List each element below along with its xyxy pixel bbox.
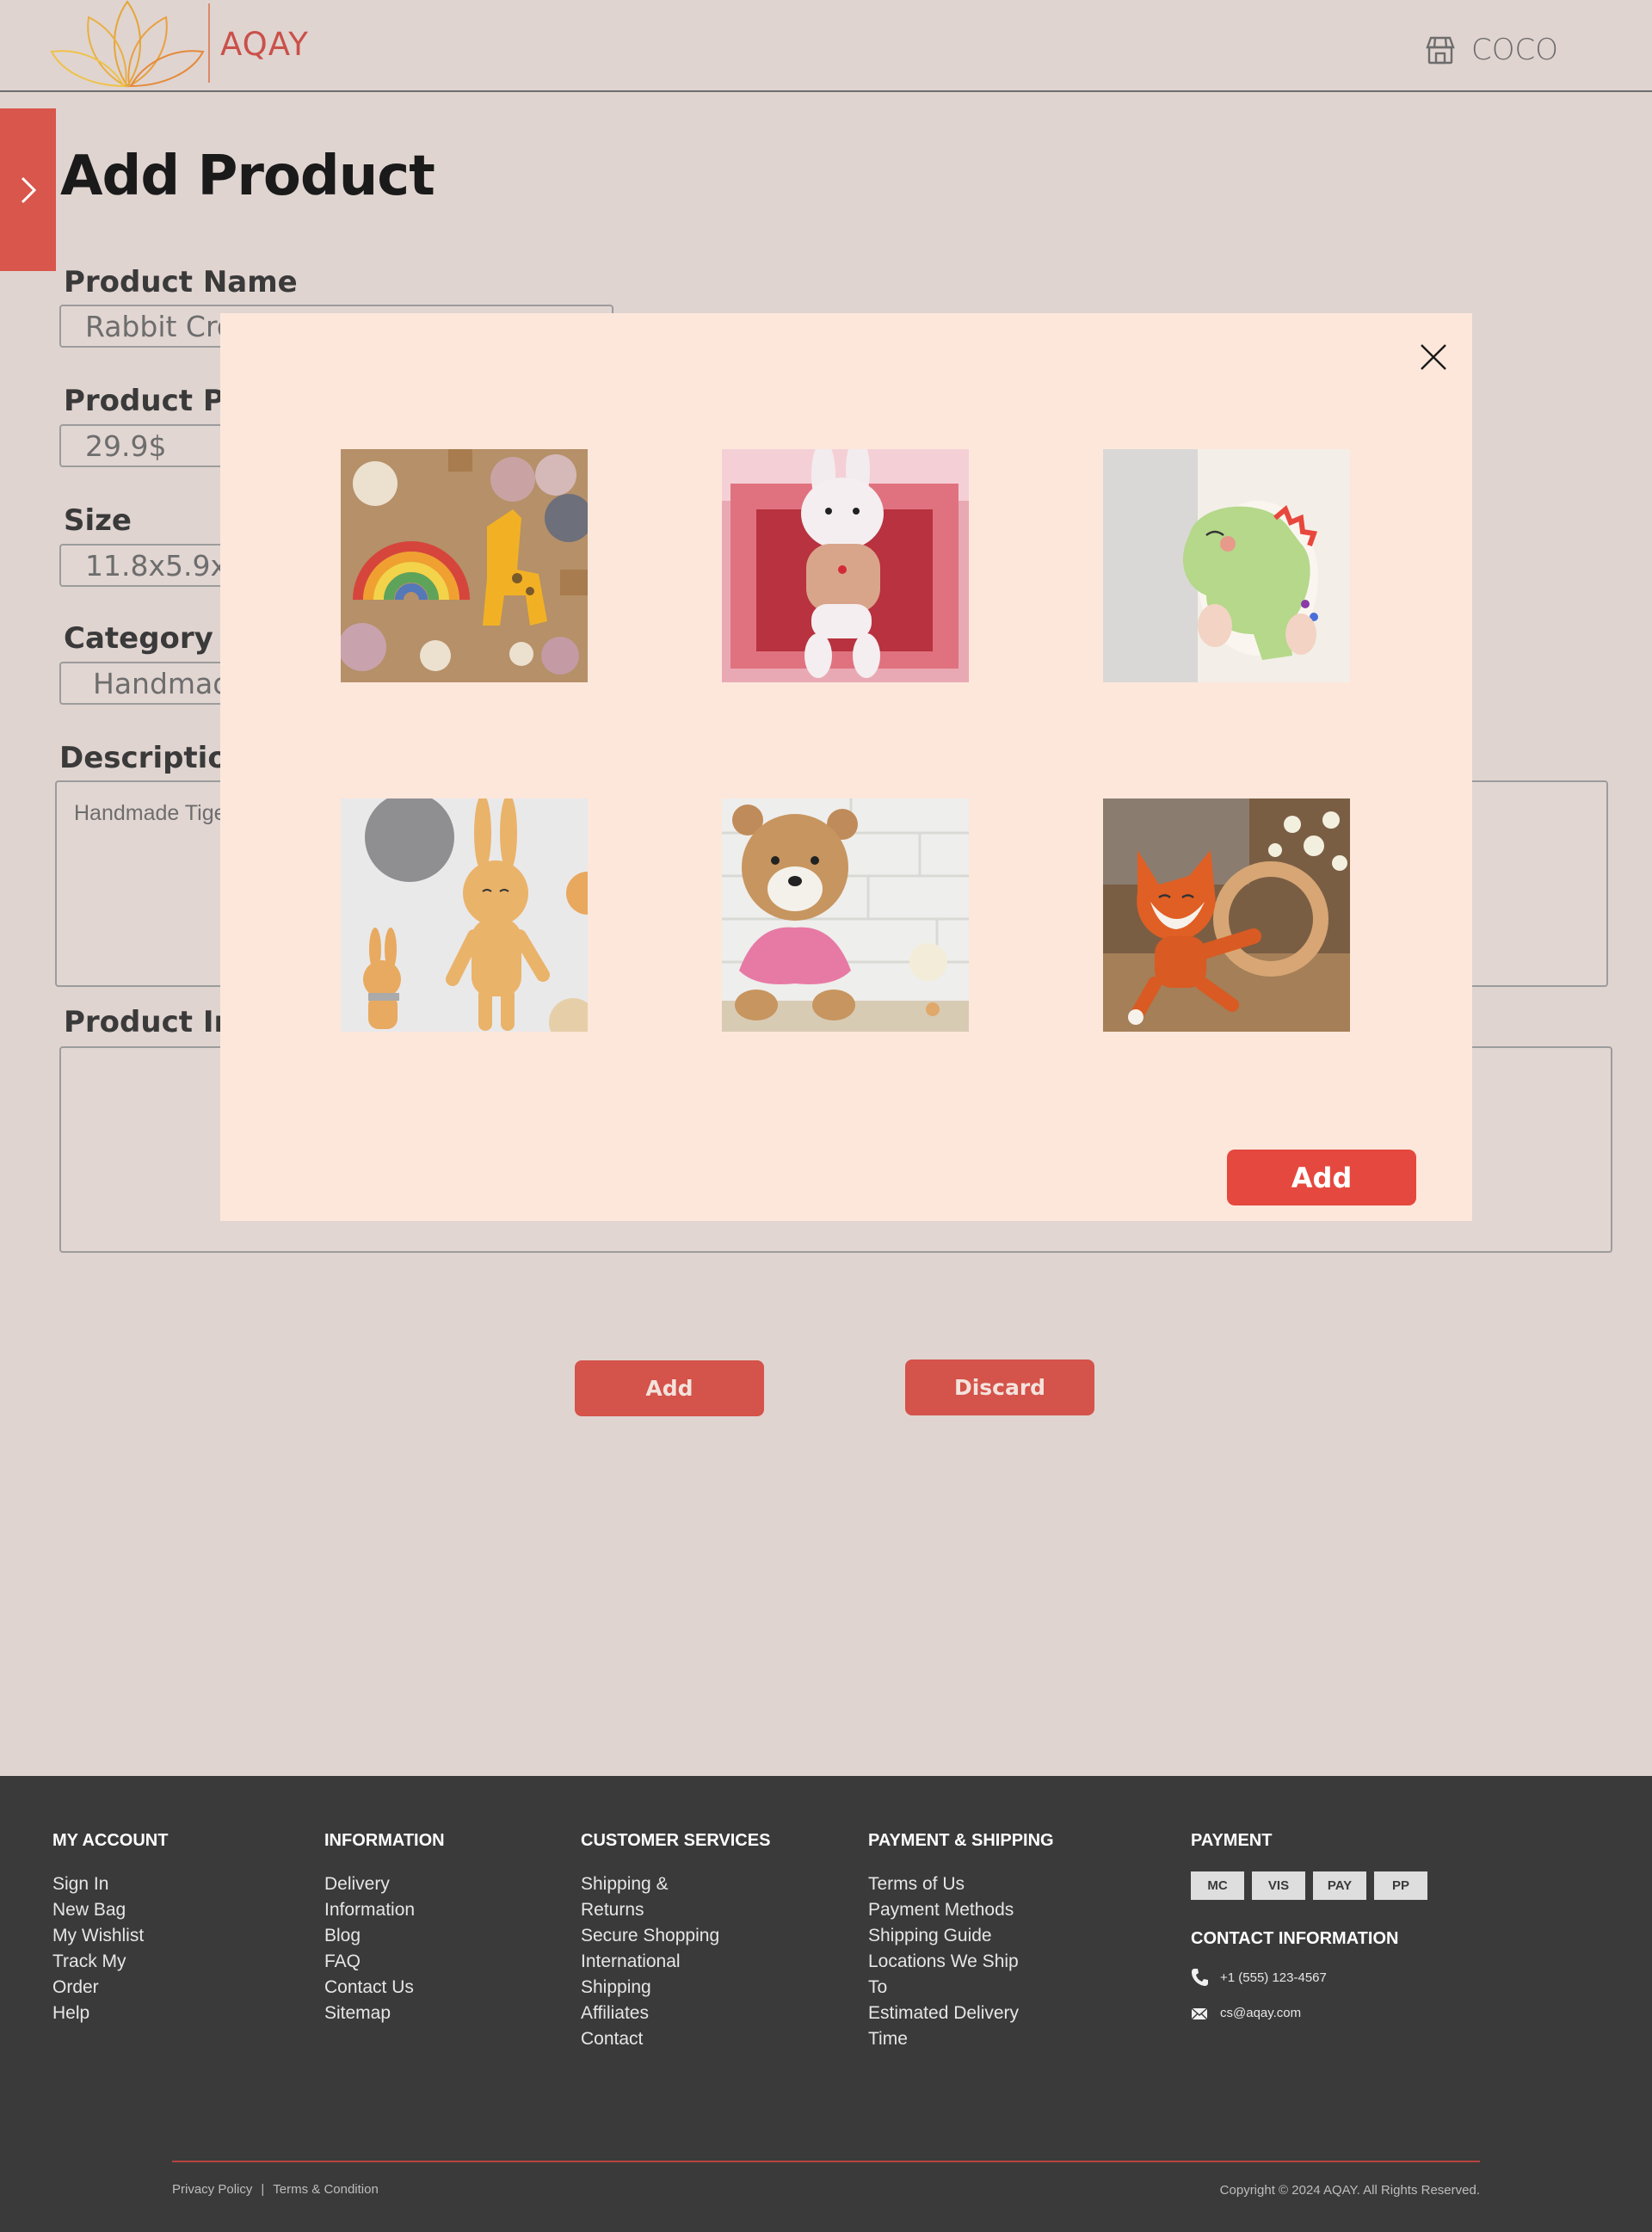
image-thumbnail[interactable] (1103, 798, 1350, 1032)
close-icon[interactable] (1412, 336, 1455, 379)
image-thumbnail[interactable] (722, 798, 969, 1032)
footer-link[interactable]: Secure Shopping (581, 1923, 770, 1949)
email-row: cs@aqay.com (1191, 2006, 1427, 2020)
privacy-policy-link[interactable]: Privacy Policy (172, 2182, 252, 2197)
image-thumbnail[interactable] (341, 449, 588, 682)
chevron-right-icon (21, 176, 36, 203)
add-product-button[interactable]: Add (575, 1360, 764, 1416)
crochet-fox-ring-thumbnail (1103, 798, 1350, 1032)
footer-link[interactable]: New Bag (52, 1897, 168, 1923)
footer-legal-links: Privacy Policy | Terms & Condition (172, 2182, 379, 2197)
phone-number[interactable]: +1 (555) 123-4567 (1220, 1970, 1327, 1985)
image-thumbnail[interactable] (1103, 449, 1350, 682)
footer-link[interactable]: Order (52, 1975, 168, 2001)
footer-link[interactable]: Contact (581, 2026, 770, 2052)
crochet-green-dinosaur-thumbnail (1103, 449, 1350, 682)
phone-icon (1192, 1969, 1208, 1986)
size-label: Size (64, 503, 132, 538)
footer-column-payment: PAYMENT MC VIS PAY PP CONTACT INFORMATIO… (1191, 1831, 1427, 2020)
footer-column-information: INFORMATION Delivery Information Blog FA… (324, 1831, 445, 2026)
crochet-rainbow-giraffe-thumbnail (341, 449, 588, 682)
footer-link[interactable]: Help (52, 2001, 168, 2026)
image-picker-modal: Add (220, 313, 1472, 1221)
footer-link[interactable]: Delivery (324, 1871, 445, 1897)
site-footer: MY ACCOUNT Sign In New Bag My Wishlist T… (0, 1776, 1652, 2232)
contact-information-title: CONTACT INFORMATION (1191, 1929, 1399, 1948)
footer-column-title: PAYMENT & SHIPPING (868, 1831, 1054, 1850)
footer-link[interactable]: Shipping Guide (868, 1923, 1054, 1949)
brand-name[interactable]: AQAY (220, 26, 309, 63)
footer-link[interactable]: Contact Us (324, 1975, 445, 2001)
footer-column-title: CUSTOMER SERVICES (581, 1831, 771, 1850)
sidebar-toggle-button[interactable] (0, 108, 56, 271)
footer-link[interactable]: My Wishlist (52, 1923, 168, 1949)
crochet-teddy-bear-tutu-thumbnail (722, 798, 969, 1032)
footer-link[interactable]: Shipping (581, 1975, 770, 2001)
category-label: Category (64, 621, 213, 656)
modal-add-button[interactable]: Add (1227, 1150, 1416, 1205)
phone-row: +1 (555) 123-4567 (1191, 1968, 1427, 1987)
payment-badge: VIS (1252, 1871, 1305, 1900)
product-price-value: 29.9$ (85, 429, 167, 463)
site-header: AQAY COCO (0, 0, 1652, 92)
legal-separator: | (261, 2182, 265, 2197)
footer-column-title: MY ACCOUNT (52, 1831, 169, 1850)
footer-link[interactable]: Affiliates (581, 2001, 770, 2026)
copyright-text: Copyright © 2024 AQAY. All Rights Reserv… (1219, 2183, 1480, 2198)
footer-column-title: PAYMENT (1191, 1831, 1273, 1850)
product-name-label: Product Name (64, 265, 298, 299)
crochet-orange-bunnies-thumbnail (341, 798, 588, 1032)
email-address[interactable]: cs@aqay.com (1220, 2006, 1301, 2020)
footer-link[interactable]: Blog (324, 1923, 445, 1949)
logo-divider (208, 3, 210, 83)
footer-link[interactable]: Payment Methods (868, 1897, 1054, 1923)
footer-link[interactable]: Information (324, 1897, 445, 1923)
image-thumbnail[interactable] (341, 798, 588, 1032)
page-title: Add Product (60, 145, 435, 208)
discard-button[interactable]: Discard (905, 1360, 1094, 1415)
terms-condition-link[interactable]: Terms & Condition (273, 2182, 379, 2197)
footer-column-my-account: MY ACCOUNT Sign In New Bag My Wishlist T… (52, 1831, 168, 2026)
lotus-logo-icon[interactable] (50, 0, 205, 89)
footer-link[interactable]: Locations We Ship (868, 1949, 1054, 1975)
crochet-bunny-pink-box-thumbnail (722, 449, 969, 682)
payment-badges: MC VIS PAY PP (1191, 1871, 1427, 1900)
store-icon[interactable] (1425, 34, 1456, 65)
footer-link[interactable]: Sign In (52, 1871, 168, 1897)
footer-link[interactable]: Shipping & (581, 1871, 770, 1897)
footer-link[interactable]: To (868, 1975, 1054, 2001)
footer-link[interactable]: Returns (581, 1897, 770, 1923)
footer-link[interactable]: Estimated Delivery (868, 2001, 1054, 2026)
footer-link[interactable]: FAQ (324, 1949, 445, 1975)
footer-divider (172, 2161, 1480, 2162)
footer-link[interactable]: International (581, 1949, 770, 1975)
footer-column-title: INFORMATION (324, 1831, 445, 1850)
footer-link[interactable]: Sitemap (324, 2001, 445, 2026)
store-name[interactable]: COCO (1471, 33, 1558, 67)
footer-column-customer-services: CUSTOMER SERVICES Shipping & Returns Sec… (581, 1831, 770, 2052)
mail-icon (1191, 2007, 1208, 2020)
image-thumbnail[interactable] (722, 449, 969, 682)
payment-badge: MC (1191, 1871, 1244, 1900)
footer-column-payment-shipping: PAYMENT & SHIPPING Terms of Us Payment M… (868, 1831, 1054, 2052)
footer-link[interactable]: Track My (52, 1949, 168, 1975)
payment-badge: PP (1374, 1871, 1427, 1900)
footer-link[interactable]: Terms of Us (868, 1871, 1054, 1897)
footer-link[interactable]: Time (868, 2026, 1054, 2052)
payment-badge: PAY (1313, 1871, 1366, 1900)
